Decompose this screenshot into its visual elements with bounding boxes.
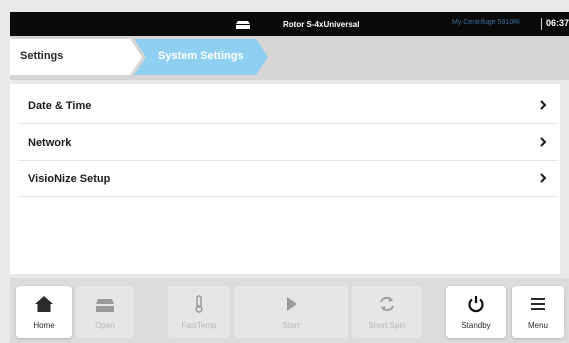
- rotor-icon: [236, 21, 250, 29]
- fasttemp-button-label: FastTemp: [181, 321, 217, 330]
- lid-open-icon: [96, 299, 114, 312]
- chevron-right-icon: [540, 100, 547, 110]
- short-spin-button[interactable]: Short Spin: [352, 286, 422, 338]
- standby-button[interactable]: Standby: [446, 286, 506, 338]
- list-item-label: Network: [28, 137, 72, 149]
- thermometer-icon: [195, 295, 203, 313]
- list-item-visionize-setup[interactable]: VisioNize Setup: [18, 161, 558, 197]
- home-button[interactable]: Home: [16, 286, 72, 338]
- refresh-icon: [380, 296, 394, 312]
- start-button-label: Start: [282, 321, 300, 330]
- list-item-label: VisioNize Setup: [28, 173, 111, 185]
- list-item-network[interactable]: Network: [18, 125, 558, 161]
- short-spin-button-label: Short Spin: [368, 321, 406, 330]
- open-button-label: Open: [95, 321, 115, 330]
- standby-button-label: Standby: [461, 321, 491, 330]
- breadcrumb-settings-label: Settings: [20, 50, 64, 62]
- chevron-right-icon: [540, 173, 547, 183]
- status-bar: Rotor S-4xUniversal My Centrifuge 5910Ri…: [10, 12, 569, 36]
- list-item-date-time[interactable]: Date & Time: [18, 88, 558, 124]
- device-name: My Centrifuge 5910Ri: [452, 19, 520, 26]
- breadcrumb-settings[interactable]: Settings: [10, 39, 142, 75]
- clock: 06:37: [546, 18, 569, 28]
- list-item-label: Date & Time: [28, 100, 92, 112]
- rotor-info: Rotor S-4xUniversal: [235, 16, 359, 32]
- status-divider: [541, 18, 542, 30]
- start-button[interactable]: Start: [234, 286, 348, 338]
- rotor-name: Rotor S-4xUniversal: [283, 19, 360, 29]
- breadcrumb-system-settings: System Settings: [134, 39, 268, 75]
- menu-icon: [531, 298, 545, 310]
- fasttemp-button[interactable]: FastTemp: [168, 286, 230, 338]
- home-icon: [35, 296, 53, 312]
- breadcrumb-system-settings-label: System Settings: [158, 50, 244, 62]
- menu-button[interactable]: Menu: [512, 286, 564, 338]
- menu-button-label: Menu: [527, 321, 548, 330]
- play-icon: [287, 297, 297, 311]
- open-button[interactable]: Open: [76, 286, 134, 338]
- home-button-label: Home: [33, 321, 55, 330]
- chevron-right-icon: [540, 137, 547, 147]
- power-icon: [468, 296, 484, 313]
- settings-list: Date & Time Network VisioNize Setup: [10, 84, 560, 274]
